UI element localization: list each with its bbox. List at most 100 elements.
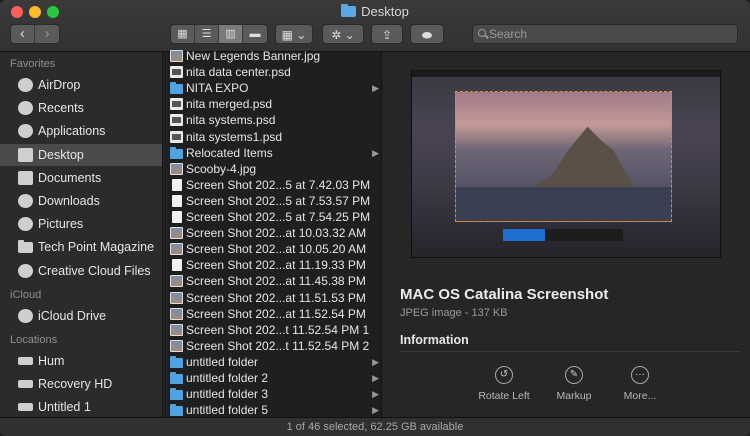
file-name: nita merged.psd (186, 97, 273, 112)
sidebar-item-recents[interactable]: Recents (0, 97, 162, 119)
action-markup[interactable]: ✎ Markup (539, 366, 609, 402)
action-label: Markup (556, 390, 592, 402)
sidebar-item-documents[interactable]: Documents (0, 167, 162, 189)
sidebar-item-creative-cloud-files[interactable]: Creative Cloud Files (0, 260, 162, 282)
sidebar-item-label: Applications (38, 124, 106, 139)
chevron-right-icon: ▶ (372, 405, 379, 416)
search-field[interactable]: Search (472, 24, 738, 44)
chevron-right-icon: ▶ (372, 83, 379, 94)
action-rotate-left[interactable]: ↺ Rotate Left (469, 366, 539, 402)
sidebar-item-pictures[interactable]: Pictures (0, 213, 162, 235)
title-bar: Desktop ‹ › ▦ ☰ ▥ ▬ ▦ ⌄ ✲ ⌄ ⇪ ⬬ Search (0, 0, 750, 52)
file-name: untitled folder (186, 354, 259, 369)
sidebar-item-recovery-hd[interactable]: Recovery HD (0, 373, 162, 395)
file-row[interactable]: Scooby-4.jpg (164, 161, 382, 177)
window-title-text: Desktop (361, 4, 409, 19)
column-view-button[interactable]: ▥ (219, 25, 243, 43)
sidebar-header-icloud: iCloud (10, 288, 42, 301)
file-name: Screen Shot 202...at 10.03.32 AM (186, 226, 367, 241)
folder-icon (341, 4, 357, 17)
more-icon: ··· (631, 366, 649, 384)
chevron-right-icon: ▶ (372, 147, 379, 158)
sidebar-item-desktop[interactable]: Desktop (0, 143, 162, 166)
file-name: Screen Shot 202...5 at 7.53.57 PM (186, 193, 371, 208)
file-name: Screen Shot 202...5 at 7.54.25 PM (186, 210, 371, 224)
preview-thumbnail[interactable] (411, 70, 721, 258)
sidebar-item-downloads[interactable]: Downloads (0, 190, 162, 212)
file-icon (170, 291, 183, 304)
action-gear-button[interactable]: ✲ ⌄ (322, 24, 364, 44)
sidebar-item-label: Pictures (38, 217, 84, 232)
file-row[interactable]: Screen Shot 202...5 at 7.53.57 PM (164, 193, 382, 209)
search-placeholder: Search (489, 27, 528, 41)
file-row[interactable]: Screen Shot 202...at 11.45.38 PM (164, 273, 382, 289)
sidebar-item-tech-point-magazine[interactable]: Tech Point Magazine (0, 236, 162, 258)
nav-buttons: ‹ › (10, 24, 60, 44)
file-row[interactable]: nita data center.psd (164, 64, 382, 80)
file-row[interactable]: nita merged.psd (164, 96, 382, 112)
back-button[interactable]: ‹ (11, 25, 35, 43)
file-icon (172, 194, 182, 207)
file-row[interactable]: nita systems.psd (164, 112, 382, 128)
capture-video-icon (517, 229, 531, 241)
sidebar-item-hum[interactable]: Hum (0, 350, 162, 372)
creative-cloud-icon (18, 263, 33, 278)
file-icon (170, 323, 183, 336)
sidebar-item-label: AirDrop (38, 78, 81, 92)
file-row[interactable]: Relocated Items ▶ (164, 145, 382, 161)
download-icon (18, 194, 33, 208)
gear-icon: ✲ (331, 28, 342, 42)
icon-view-button[interactable]: ▦ (171, 25, 195, 43)
markup-icon: ✎ (565, 366, 583, 384)
file-row[interactable]: nita systems1.psd (164, 129, 382, 145)
tags-button[interactable]: ⬬ (410, 24, 444, 44)
file-icon (170, 243, 183, 256)
capture-crosshair-icon (531, 229, 545, 241)
gallery-view-button[interactable]: ▬ (243, 25, 267, 43)
view-switcher: ▦ ☰ ▥ ▬ (170, 24, 268, 44)
file-row[interactable]: NITA EXPO ▶ (164, 80, 382, 96)
sidebar-item-untitled-1[interactable]: Untitled 1 (0, 396, 162, 418)
file-row[interactable]: Screen Shot 202...t 11.52.54 PM 1 (164, 322, 382, 338)
file-row[interactable]: Screen Shot 202...5 at 7.42.03 PM (164, 177, 382, 193)
forward-button[interactable]: › (35, 25, 59, 43)
drive-icon (18, 380, 33, 389)
file-row[interactable]: Screen Shot 202...at 11.52.54 PM (164, 306, 382, 322)
file-icon (170, 50, 183, 62)
thumbnail-capture-toolbar (503, 229, 623, 241)
sidebar-item-applications[interactable]: Applications (0, 120, 162, 142)
sidebar-item-airdrop[interactable]: AirDrop (0, 74, 162, 96)
file-row[interactable]: Screen Shot 202...at 10.05.20 AM (164, 241, 382, 257)
sidebar-item-label: Hum (38, 354, 65, 368)
group-button[interactable]: ▦ ⌄ (275, 24, 313, 44)
file-row[interactable]: Screen Shot 202...at 11.19.33 PM (164, 257, 382, 273)
list-view-button[interactable]: ☰ (195, 25, 219, 43)
rotate-left-icon: ↺ (495, 366, 513, 384)
file-row[interactable]: untitled folder 5 ▶ (164, 402, 382, 418)
file-icon (170, 275, 183, 288)
sidebar-item-label: Creative Cloud Files (38, 263, 151, 278)
sidebar-header-favorites: Favorites (10, 58, 56, 70)
sidebar-header-locations: Locations (10, 334, 58, 346)
share-icon: ⇪ (381, 28, 393, 42)
file-row[interactable]: New Legends Banner.jpg (164, 48, 382, 64)
clock-icon (18, 101, 33, 116)
file-row[interactable]: Screen Shot 202...5 at 7.54.25 PM (164, 209, 382, 225)
drive-icon (18, 403, 33, 412)
divider (400, 351, 740, 352)
chevron-right-icon: ▶ (372, 373, 379, 383)
file-name: Relocated Items (186, 145, 273, 160)
share-button[interactable]: ⇪ (371, 24, 403, 44)
file-row[interactable]: untitled folder ▶ (164, 354, 382, 370)
sidebar-item-icloud-drive[interactable]: iCloud Drive (0, 305, 162, 327)
file-row[interactable]: untitled folder 3 ▶ (164, 386, 382, 402)
file-name: Screen Shot 202...at 11.45.38 PM (186, 274, 366, 289)
action-more[interactable]: ··· More... (605, 366, 675, 402)
file-row[interactable]: untitled folder 2 ▶ (164, 370, 382, 386)
file-row[interactable]: Screen Shot 202...at 11.51.53 PM (164, 290, 382, 306)
file-row[interactable]: Screen Shot 202...t 11.52.54 PM 2 (164, 338, 382, 354)
file-icon (170, 66, 183, 79)
pictures-icon (18, 217, 33, 232)
airdrop-icon (18, 78, 33, 92)
file-row[interactable]: Screen Shot 202...at 10.03.32 AM (164, 225, 382, 241)
